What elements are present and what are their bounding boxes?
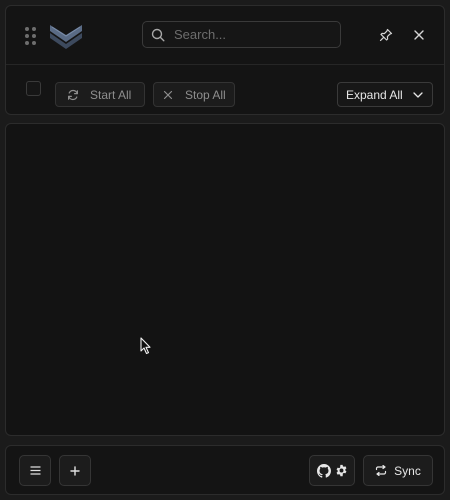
github-settings-button[interactable] bbox=[309, 455, 355, 486]
close-button[interactable] bbox=[409, 25, 429, 45]
github-icon bbox=[316, 463, 331, 478]
add-button[interactable] bbox=[59, 455, 91, 486]
sync-button[interactable]: Sync bbox=[363, 455, 433, 486]
chevron-down-icon bbox=[413, 91, 423, 98]
expand-all-dropdown[interactable]: Expand All bbox=[337, 82, 433, 107]
stop-all-label: Stop All bbox=[185, 87, 226, 102]
header-panel: Start All Stop All Expand All bbox=[5, 5, 445, 115]
content-area bbox=[5, 123, 445, 436]
sync-label: Sync bbox=[394, 463, 421, 478]
search-box[interactable] bbox=[142, 21, 341, 48]
expand-all-label: Expand All bbox=[346, 87, 403, 102]
x-icon bbox=[163, 90, 173, 99]
sync-icon bbox=[376, 465, 387, 476]
app-logo-icon bbox=[50, 25, 82, 49]
close-icon bbox=[414, 30, 424, 40]
search-icon bbox=[151, 28, 165, 42]
pin-button[interactable] bbox=[376, 25, 396, 45]
pin-icon bbox=[379, 28, 393, 42]
start-all-label: Start All bbox=[90, 87, 132, 102]
refresh-icon bbox=[68, 89, 78, 100]
plus-icon bbox=[70, 465, 80, 476]
stop-all-button[interactable]: Stop All bbox=[153, 82, 235, 107]
mouse-cursor-icon bbox=[140, 337, 151, 355]
menu-button[interactable] bbox=[19, 455, 51, 486]
gear-icon bbox=[336, 464, 346, 477]
footer-panel: Sync bbox=[5, 445, 445, 495]
search-input[interactable] bbox=[174, 22, 334, 47]
drag-handle-icon[interactable] bbox=[25, 27, 37, 47]
start-all-button[interactable]: Start All bbox=[55, 82, 145, 107]
header-divider bbox=[6, 64, 444, 65]
menu-icon bbox=[30, 466, 40, 475]
select-all-checkbox[interactable] bbox=[26, 81, 41, 96]
